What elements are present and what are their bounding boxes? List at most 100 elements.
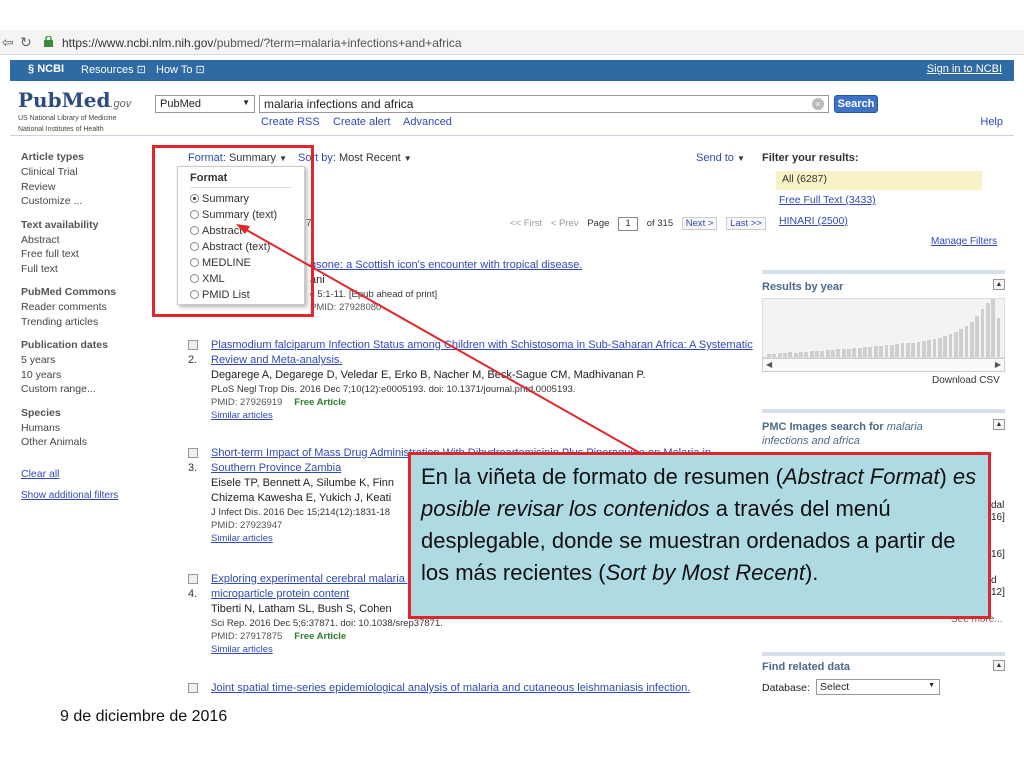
- next-page-button[interactable]: Next >: [681, 217, 718, 230]
- sidebar-filter-item[interactable]: 10 years: [21, 368, 151, 383]
- histogram-bar[interactable]: [911, 342, 916, 357]
- histogram-bar[interactable]: [980, 308, 985, 357]
- histogram-bar[interactable]: [948, 333, 953, 357]
- url-field[interactable]: https://www.ncbi.nlm.nih.gov/pubmed/?ter…: [62, 36, 462, 50]
- prev-page-link[interactable]: < Prev: [551, 218, 579, 229]
- sort-selector[interactable]: Sort by: Most Recent ▼: [298, 152, 412, 164]
- histogram-bar[interactable]: [932, 338, 937, 357]
- histogram-bar[interactable]: [921, 340, 926, 357]
- histogram-bar[interactable]: [820, 351, 825, 357]
- histogram-scrollbar[interactable]: ◀ ▶: [762, 358, 1005, 372]
- histogram-bar[interactable]: [868, 347, 873, 357]
- histogram-bar[interactable]: [879, 346, 883, 357]
- histogram-bar[interactable]: [985, 302, 990, 357]
- send-to-menu[interactable]: Send to ▼: [696, 152, 745, 164]
- sidebar-filter-item[interactable]: Full text: [21, 262, 151, 277]
- histogram-bar[interactable]: [863, 347, 867, 357]
- histogram-bar[interactable]: [964, 326, 969, 357]
- sidebar-filter-item[interactable]: Clinical Trial: [21, 165, 151, 180]
- download-csv-link[interactable]: Download CSV: [932, 375, 1000, 386]
- free-article-badge[interactable]: Free Article: [294, 397, 346, 408]
- similar-articles-link[interactable]: Similar articles: [211, 643, 756, 656]
- filter-hinari[interactable]: HINARI (2500): [779, 215, 848, 227]
- howto-menu[interactable]: How To ⊡: [156, 63, 205, 76]
- result-checkbox[interactable]: [188, 340, 198, 350]
- histogram-bar[interactable]: [953, 331, 958, 357]
- result-title[interactable]: Joint spatial time-series epidemiologica…: [211, 681, 756, 696]
- ncbi-logo[interactable]: § NCBI: [28, 63, 64, 75]
- histogram-bar[interactable]: [793, 353, 798, 357]
- free-article-badge[interactable]: Free Article: [294, 631, 346, 642]
- clear-search-icon[interactable]: ×: [812, 98, 824, 110]
- filter-free-full-text[interactable]: Free Full Text (3433): [779, 194, 876, 206]
- histogram-bar[interactable]: [831, 350, 835, 357]
- histogram-bar[interactable]: [975, 316, 980, 357]
- sidebar-filter-item[interactable]: Review: [21, 180, 151, 195]
- scroll-right-icon[interactable]: ▶: [995, 360, 1001, 369]
- sidebar-filter-item[interactable]: Humans: [21, 421, 151, 436]
- search-button[interactable]: Search: [834, 95, 878, 113]
- result-title[interactable]: gsone: a Scottish icon's encounter with …: [310, 258, 630, 273]
- advanced-search-link[interactable]: Advanced: [403, 116, 452, 128]
- similar-articles-link[interactable]: Similar articles: [211, 409, 756, 422]
- histogram-bar[interactable]: [799, 352, 803, 357]
- histogram-bar[interactable]: [825, 350, 830, 357]
- collapse-toggle-icon[interactable]: ▲: [993, 660, 1005, 671]
- search-input[interactable]: malaria infections and africa ×: [259, 95, 829, 113]
- sidebar-filter-item[interactable]: Custom range...: [21, 382, 151, 397]
- sidebar-filter-item[interactable]: Reader comments: [21, 300, 151, 315]
- help-link[interactable]: Help: [980, 116, 1003, 128]
- results-by-year-histogram[interactable]: [762, 298, 1005, 358]
- page-number-input[interactable]: 1: [618, 217, 639, 231]
- result-checkbox[interactable]: [188, 448, 198, 458]
- histogram-bar[interactable]: [804, 352, 809, 357]
- sign-in-link[interactable]: Sign in to NCBI: [927, 63, 1002, 75]
- database-select[interactable]: PubMed ▼: [155, 95, 255, 113]
- collapse-toggle-icon[interactable]: ▲: [993, 279, 1005, 290]
- reload-icon[interactable]: ↻: [20, 34, 32, 51]
- result-title[interactable]: Plasmodium falciparum Infection Status a…: [211, 338, 756, 368]
- histogram-bar[interactable]: [836, 349, 841, 357]
- histogram-bar[interactable]: [873, 346, 878, 357]
- histogram-bar[interactable]: [783, 353, 787, 357]
- first-page-link[interactable]: << First: [510, 218, 542, 229]
- clear-all-link[interactable]: Clear all: [21, 468, 151, 480]
- last-page-button[interactable]: Last >>: [726, 217, 766, 230]
- histogram-bar[interactable]: [937, 337, 942, 357]
- histogram-bar[interactable]: [809, 351, 814, 357]
- create-rss-link[interactable]: Create RSS: [261, 116, 320, 128]
- sidebar-filter-item[interactable]: Customize ...: [21, 194, 151, 209]
- sidebar-filter-item[interactable]: Abstract: [21, 233, 151, 248]
- histogram-bar[interactable]: [841, 349, 846, 357]
- histogram-bar[interactable]: [927, 339, 932, 357]
- manage-filters-link[interactable]: Manage Filters: [931, 236, 997, 247]
- histogram-bar[interactable]: [767, 354, 771, 357]
- resources-menu[interactable]: Resources ⊡: [81, 63, 146, 76]
- sidebar-filter-item[interactable]: Other Animals: [21, 435, 151, 450]
- pubmed-logo[interactable]: PubMed.gov US National Library of Medici…: [18, 88, 131, 134]
- histogram-bar[interactable]: [772, 354, 777, 357]
- filter-all[interactable]: All (6287): [776, 171, 982, 190]
- result-checkbox[interactable]: [188, 574, 198, 584]
- collapse-toggle-icon[interactable]: ▲: [993, 419, 1005, 430]
- result-checkbox[interactable]: [188, 683, 198, 693]
- histogram-bar[interactable]: [884, 345, 889, 357]
- scroll-left-icon[interactable]: ◀: [766, 360, 772, 369]
- show-additional-filters-link[interactable]: Show additional filters: [21, 490, 151, 501]
- sidebar-filter-item[interactable]: Trending articles: [21, 315, 151, 330]
- histogram-bar[interactable]: [905, 343, 910, 357]
- histogram-bar[interactable]: [815, 351, 819, 357]
- histogram-bar[interactable]: [777, 353, 782, 357]
- back-arrow-icon[interactable]: ⇦: [2, 34, 14, 51]
- histogram-bar[interactable]: [996, 318, 1001, 357]
- sidebar-filter-item[interactable]: Free full text: [21, 247, 151, 262]
- sidebar-filter-item[interactable]: 5 years: [21, 353, 151, 368]
- histogram-bar[interactable]: [916, 341, 921, 357]
- histogram-bar[interactable]: [969, 322, 974, 357]
- histogram-bar[interactable]: [943, 335, 948, 357]
- histogram-bar[interactable]: [900, 343, 905, 357]
- histogram-bar[interactable]: [847, 349, 851, 357]
- histogram-bar[interactable]: [959, 328, 964, 357]
- histogram-bar[interactable]: [889, 345, 894, 357]
- create-alert-link[interactable]: Create alert: [333, 116, 390, 128]
